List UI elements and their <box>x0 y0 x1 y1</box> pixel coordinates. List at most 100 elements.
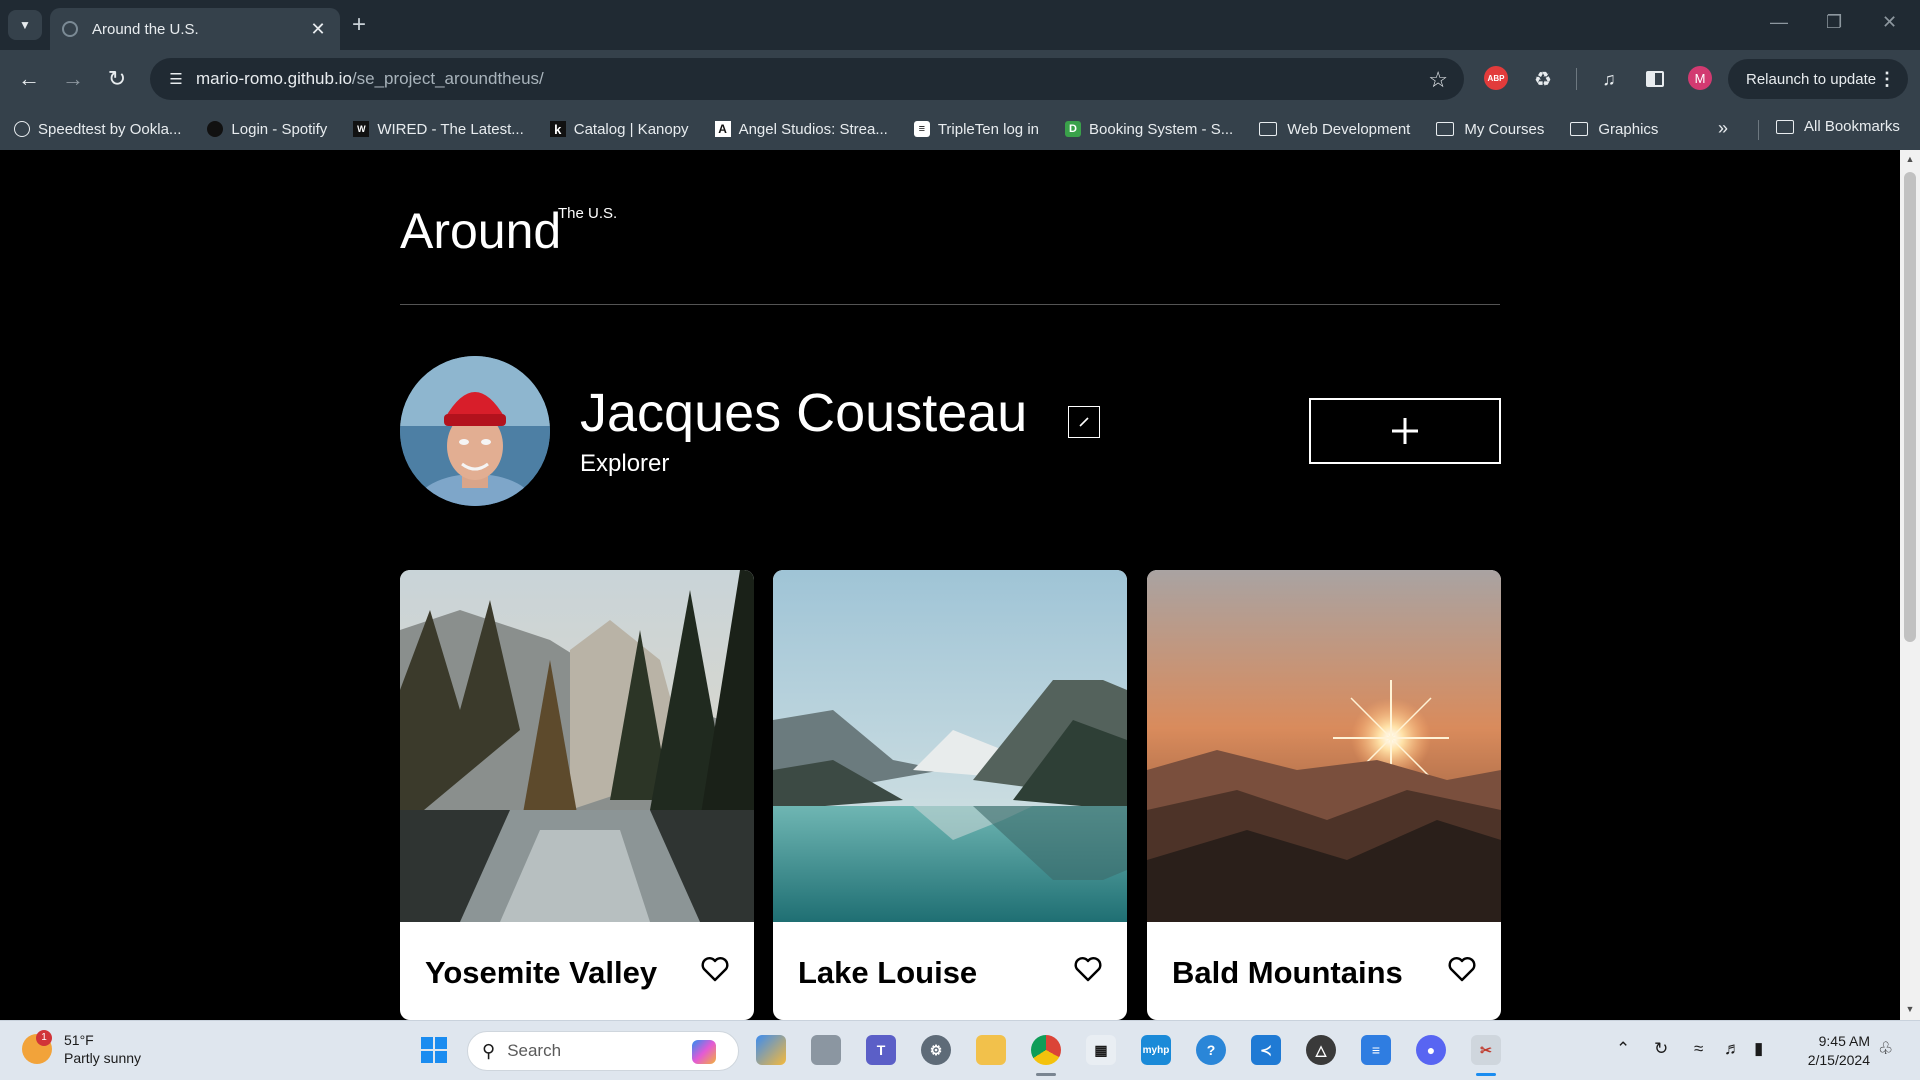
discord-icon[interactable]: ● <box>1416 1035 1446 1065</box>
copilot-app-icon[interactable] <box>756 1035 786 1065</box>
heart-icon[interactable] <box>700 954 730 984</box>
bookmark-folder-my-courses[interactable]: My Courses <box>1436 121 1544 138</box>
edit-profile-button[interactable] <box>1068 406 1100 438</box>
folder-icon <box>1570 122 1589 136</box>
help-icon[interactable]: ? <box>1196 1035 1226 1065</box>
notepad-icon[interactable]: ≡ <box>1361 1035 1391 1065</box>
windows-logo <box>421 1037 447 1063</box>
card-image[interactable] <box>773 570 1127 922</box>
header-divider <box>400 304 1500 305</box>
bookmark-kanopy[interactable]: k Catalog | Kanopy <box>549 121 689 138</box>
bookmark-tripleten[interactable]: ≡ TripleTen log in <box>913 121 1039 138</box>
bookmark-wired[interactable]: W WIRED - The Latest... <box>353 121 524 138</box>
weather-desc: Partly sunny <box>64 1050 142 1066</box>
scrollbar-thumb[interactable] <box>1904 172 1916 642</box>
wired-icon: W <box>353 121 370 137</box>
card-title: Bald Mountains <box>1172 955 1403 990</box>
minimize-icon[interactable]: — <box>1770 12 1788 33</box>
site-info-icon[interactable]: ☰ <box>156 70 196 88</box>
add-card-button[interactable] <box>1309 398 1501 464</box>
extensions-puzzle-icon[interactable]: ♻ <box>1530 66 1556 92</box>
partly-sunny-icon: 1 <box>22 1030 52 1064</box>
address-bar[interactable]: ☰ mario-romo.github.io/se_project_around… <box>150 58 1464 100</box>
notification-badge: 1 <box>36 1030 52 1046</box>
bookmark-booking-system[interactable]: D Booking System - S... <box>1065 121 1233 138</box>
volume-icon[interactable]: ♬ <box>1724 1039 1741 1059</box>
more-vert-icon[interactable]: ⋮ <box>1878 69 1896 90</box>
notification-bell-icon[interactable]: ♧ <box>1878 1039 1893 1059</box>
page-scrollbar[interactable]: ▲ ▼ <box>1900 150 1920 1020</box>
tab-search-button[interactable]: ▼ <box>8 10 42 40</box>
copilot-icon[interactable] <box>692 1040 716 1064</box>
double-chevron-right-icon[interactable]: » <box>1718 118 1728 139</box>
profile-name: Jacques Cousteau <box>580 383 1028 443</box>
heart-icon[interactable] <box>1447 954 1477 984</box>
scroll-up-arrow-icon[interactable]: ▲ <box>1905 154 1915 164</box>
snipping-tool-icon[interactable]: ✂ <box>1471 1035 1501 1065</box>
logo-main-text: Around <box>400 203 562 259</box>
url-text[interactable]: mario-romo.github.io/se_project_aroundth… <box>196 69 544 89</box>
settings-gear-icon[interactable]: ⚙ <box>921 1035 951 1065</box>
search-icon: ⚲ <box>482 1040 496 1061</box>
browser-tab-bar: ▼ Around the U.S. ✕ + — ❐ ✕ <box>0 0 1920 50</box>
forward-arrow-icon[interactable]: → <box>58 64 88 94</box>
bookmark-label: Web Development <box>1287 120 1411 138</box>
spotify-icon <box>207 121 224 137</box>
close-icon[interactable]: ✕ <box>308 19 328 40</box>
sync-icon[interactable]: ↻ <box>1654 1039 1668 1059</box>
card-image[interactable] <box>1147 570 1501 922</box>
restore-icon[interactable]: ❐ <box>1826 12 1842 33</box>
taskbar-search[interactable]: ⚲ Search <box>467 1031 739 1071</box>
window-close-icon[interactable]: ✕ <box>1882 12 1897 33</box>
relaunch-button[interactable]: Relaunch to update ⋮ <box>1728 59 1908 99</box>
side-panel-icon[interactable] <box>1642 66 1668 92</box>
system-clock[interactable]: 9:45 AM 2/15/2024 <box>1770 1032 1870 1070</box>
scroll-down-arrow-icon[interactable]: ▼ <box>1905 1004 1915 1014</box>
wifi-icon[interactable]: ≈ <box>1694 1039 1703 1059</box>
teams-icon[interactable]: T <box>866 1035 896 1065</box>
place-card: Lake Louise <box>773 570 1127 1020</box>
relaunch-label: Relaunch to update <box>1746 70 1877 88</box>
kanopy-icon: k <box>549 121 566 137</box>
profile-avatar-icon[interactable]: M <box>1688 66 1712 90</box>
tab-favicon-icon <box>62 21 78 37</box>
bookmark-angel-studios[interactable]: A Angel Studios: Strea... <box>714 120 888 138</box>
back-arrow-icon[interactable]: ← <box>14 64 44 94</box>
task-view-icon[interactable] <box>811 1035 841 1065</box>
show-hidden-icons-chevron-icon[interactable]: ⌃ <box>1616 1039 1630 1059</box>
battery-icon[interactable]: ▮ <box>1754 1039 1763 1059</box>
all-bookmarks-button[interactable]: All Bookmarks <box>1776 118 1900 135</box>
bookmark-label: Angel Studios: Strea... <box>738 120 888 138</box>
all-bookmarks-label: All Bookmarks <box>1804 118 1900 135</box>
media-control-icon[interactable]: ♫ <box>1596 66 1622 92</box>
vscode-icon[interactable]: ≺ <box>1251 1035 1281 1065</box>
new-tab-button[interactable]: + <box>352 10 366 40</box>
search-placeholder: Search <box>507 1041 562 1060</box>
unity-icon[interactable]: △ <box>1306 1035 1336 1065</box>
heart-icon[interactable] <box>1073 954 1103 984</box>
file-explorer-icon[interactable] <box>976 1035 1006 1065</box>
weather-widget[interactable]: 1 51°F Partly sunny <box>22 1030 142 1067</box>
bookmark-folder-graphics[interactable]: Graphics <box>1570 121 1658 138</box>
card-image[interactable] <box>400 570 754 922</box>
bookmark-star-icon[interactable]: ☆ <box>1428 67 1448 93</box>
adblock-plus-icon[interactable]: ABP <box>1484 66 1508 90</box>
clock-date: 2/15/2024 <box>1807 1052 1870 1068</box>
chrome-icon[interactable] <box>1031 1035 1061 1065</box>
bookmark-label: Login - Spotify <box>231 120 328 138</box>
profile-job: Explorer <box>580 450 670 477</box>
myhp-icon[interactable]: myhp <box>1141 1035 1171 1065</box>
bookmark-folder-web-development[interactable]: Web Development <box>1259 121 1410 138</box>
profile-avatar[interactable] <box>400 356 550 506</box>
logo-sup-text: The U.S. <box>558 205 618 222</box>
browser-tab[interactable]: Around the U.S. ✕ <box>50 8 340 50</box>
microsoft-store-icon[interactable]: ▦ <box>1086 1035 1116 1065</box>
yosemite-photo <box>400 570 754 922</box>
bookmark-spotify[interactable]: Login - Spotify <box>207 121 327 138</box>
bookmark-speedtest[interactable]: Speedtest by Ookla... <box>14 121 181 138</box>
portrait-illustration <box>400 356 550 506</box>
reload-icon[interactable]: ↻ <box>102 64 132 94</box>
site-logo: Around The U.S. <box>400 202 617 260</box>
windows-start-icon[interactable] <box>419 1035 449 1065</box>
tab-title: Around the U.S. <box>92 20 199 38</box>
